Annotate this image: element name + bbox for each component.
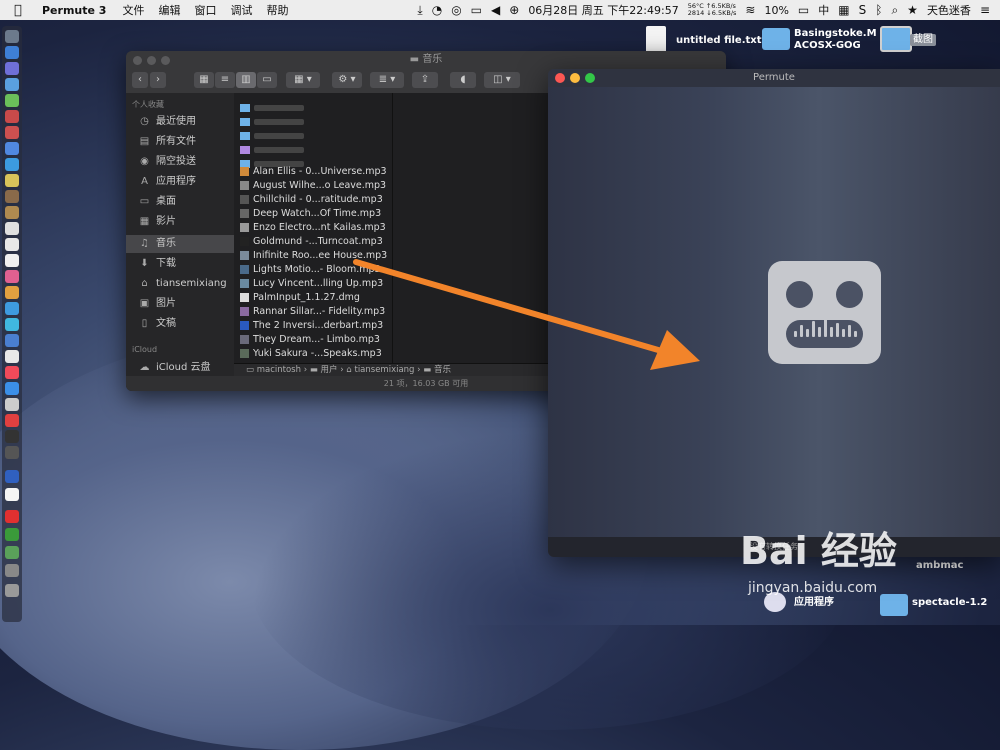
watermark-brand: Bai 经验 <box>740 529 897 573</box>
arrow-shaft <box>353 259 675 357</box>
watermark-url: jingyan.baidu.com <box>748 580 878 596</box>
baidu-watermark: Bai 经验 jingyan.baidu.com <box>740 520 960 596</box>
